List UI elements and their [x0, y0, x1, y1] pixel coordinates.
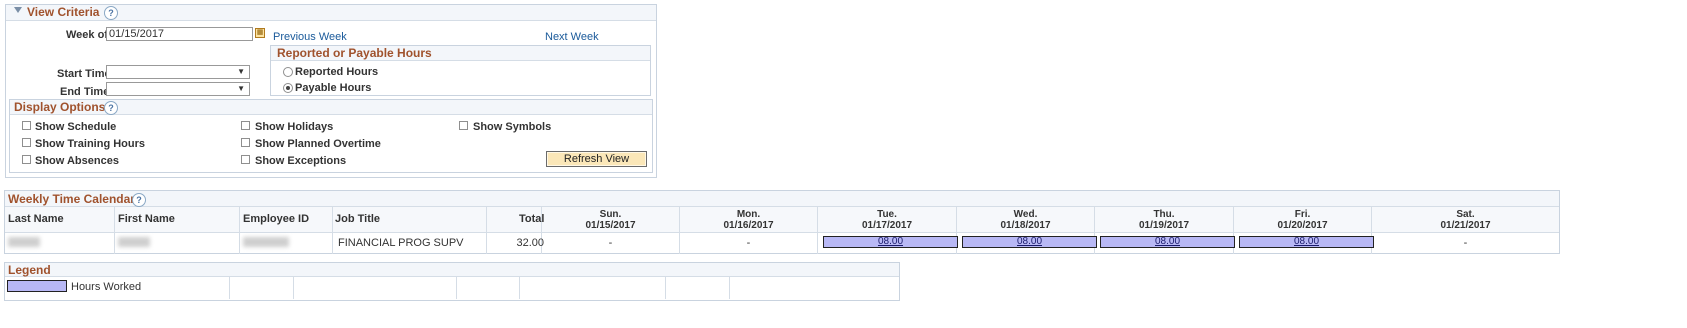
column-header-job-title[interactable]: Job Title — [335, 213, 380, 225]
legend-header — [5, 263, 899, 277]
column-header-employee-id[interactable]: Employee ID — [243, 213, 309, 225]
previous-week-link[interactable]: Previous Week — [273, 31, 347, 43]
legend-title: Legend — [8, 263, 51, 277]
show-training-hours-label[interactable]: Show Training Hours — [35, 138, 145, 150]
help-icon[interactable]: ? — [132, 193, 146, 207]
week-of-input[interactable] — [106, 27, 253, 41]
legend-divider — [229, 277, 230, 299]
show-holidays-checkbox[interactable] — [241, 121, 250, 130]
hours-worked-swatch — [7, 280, 67, 292]
tue-hours-link[interactable]: 08.00 — [823, 236, 958, 248]
legend-divider — [293, 277, 294, 299]
day-header-thu: Thu. 01/19/2017 — [1138, 209, 1190, 231]
column-header-last-name[interactable]: Last Name — [8, 213, 64, 225]
start-time-select[interactable]: ▼ — [106, 65, 250, 79]
hours-worked-label: Hours Worked — [71, 281, 142, 293]
show-schedule-label[interactable]: Show Schedule — [35, 121, 116, 133]
show-absences-label[interactable]: Show Absences — [35, 155, 119, 167]
display-options-title: Display Options — [14, 100, 106, 114]
chevron-down-icon: ▼ — [237, 84, 245, 93]
last-name-redacted — [8, 237, 40, 247]
reported-hours-label[interactable]: Reported Hours — [295, 66, 378, 78]
show-absences-checkbox[interactable] — [22, 155, 31, 164]
employee-id-redacted — [243, 237, 289, 247]
day-header-wed: Wed. 01/18/2017 — [1000, 209, 1051, 231]
day-header-tue: Tue. 01/17/2017 — [861, 209, 913, 231]
day-header-sat: Sat. 01/21/2017 — [1440, 209, 1491, 231]
day-header-sun: Sun. 01/15/2017 — [585, 209, 636, 231]
reported-hours-radio[interactable] — [283, 67, 293, 77]
start-time-label: Start Time — [57, 68, 111, 80]
payable-hours-radio[interactable] — [283, 83, 293, 93]
weekly-time-calendar-title: Weekly Time Calendar — [8, 192, 135, 206]
total-cell: 32.00 — [516, 237, 544, 249]
thu-hours-link[interactable]: 08.00 — [1100, 236, 1235, 248]
show-exceptions-checkbox[interactable] — [241, 155, 250, 164]
legend-divider — [665, 277, 666, 299]
show-training-hours-checkbox[interactable] — [22, 138, 31, 147]
show-holidays-label[interactable]: Show Holidays — [255, 121, 333, 133]
calendar-header — [5, 191, 1559, 207]
refresh-view-button[interactable]: Refresh View — [546, 151, 647, 167]
end-time-select[interactable]: ▼ — [106, 82, 250, 96]
column-header-total[interactable]: Total — [519, 213, 544, 225]
sat-hours-cell: - — [1463, 237, 1468, 249]
reported-payable-title: Reported or Payable Hours — [277, 46, 432, 60]
show-schedule-checkbox[interactable] — [22, 121, 31, 130]
day-header-fri: Fri. 01/20/2017 — [1277, 209, 1328, 231]
column-header-first-name[interactable]: First Name — [118, 213, 175, 225]
job-title-cell: FINANCIAL PROG SUPV — [338, 237, 464, 249]
wed-hours-link[interactable]: 08.00 — [962, 236, 1097, 248]
week-of-label: Week of — [66, 29, 108, 41]
help-icon[interactable]: ? — [104, 101, 118, 115]
fri-hours-link[interactable]: 08.00 — [1239, 236, 1374, 248]
first-name-redacted — [118, 237, 150, 247]
legend-divider — [456, 277, 457, 299]
collapse-triangle-icon[interactable] — [14, 7, 22, 13]
legend-divider — [729, 277, 730, 299]
sun-hours-cell: - — [608, 237, 613, 249]
show-exceptions-label[interactable]: Show Exceptions — [255, 155, 346, 167]
calendar-icon[interactable]: ▦ — [255, 28, 265, 38]
view-criteria-title[interactable]: View Criteria — [27, 5, 99, 19]
show-symbols-checkbox[interactable] — [459, 121, 468, 130]
help-icon[interactable]: ? — [104, 6, 118, 20]
payable-hours-label[interactable]: Payable Hours — [295, 82, 371, 94]
show-planned-overtime-checkbox[interactable] — [241, 138, 250, 147]
show-planned-overtime-label[interactable]: Show Planned Overtime — [255, 138, 381, 150]
end-time-label: End Time — [60, 86, 110, 98]
day-header-mon: Mon. 01/16/2017 — [723, 209, 774, 231]
chevron-down-icon: ▼ — [237, 67, 245, 76]
show-symbols-label[interactable]: Show Symbols — [473, 121, 551, 133]
next-week-link[interactable]: Next Week — [545, 31, 599, 43]
legend-divider — [519, 277, 520, 299]
mon-hours-cell: - — [746, 237, 751, 249]
